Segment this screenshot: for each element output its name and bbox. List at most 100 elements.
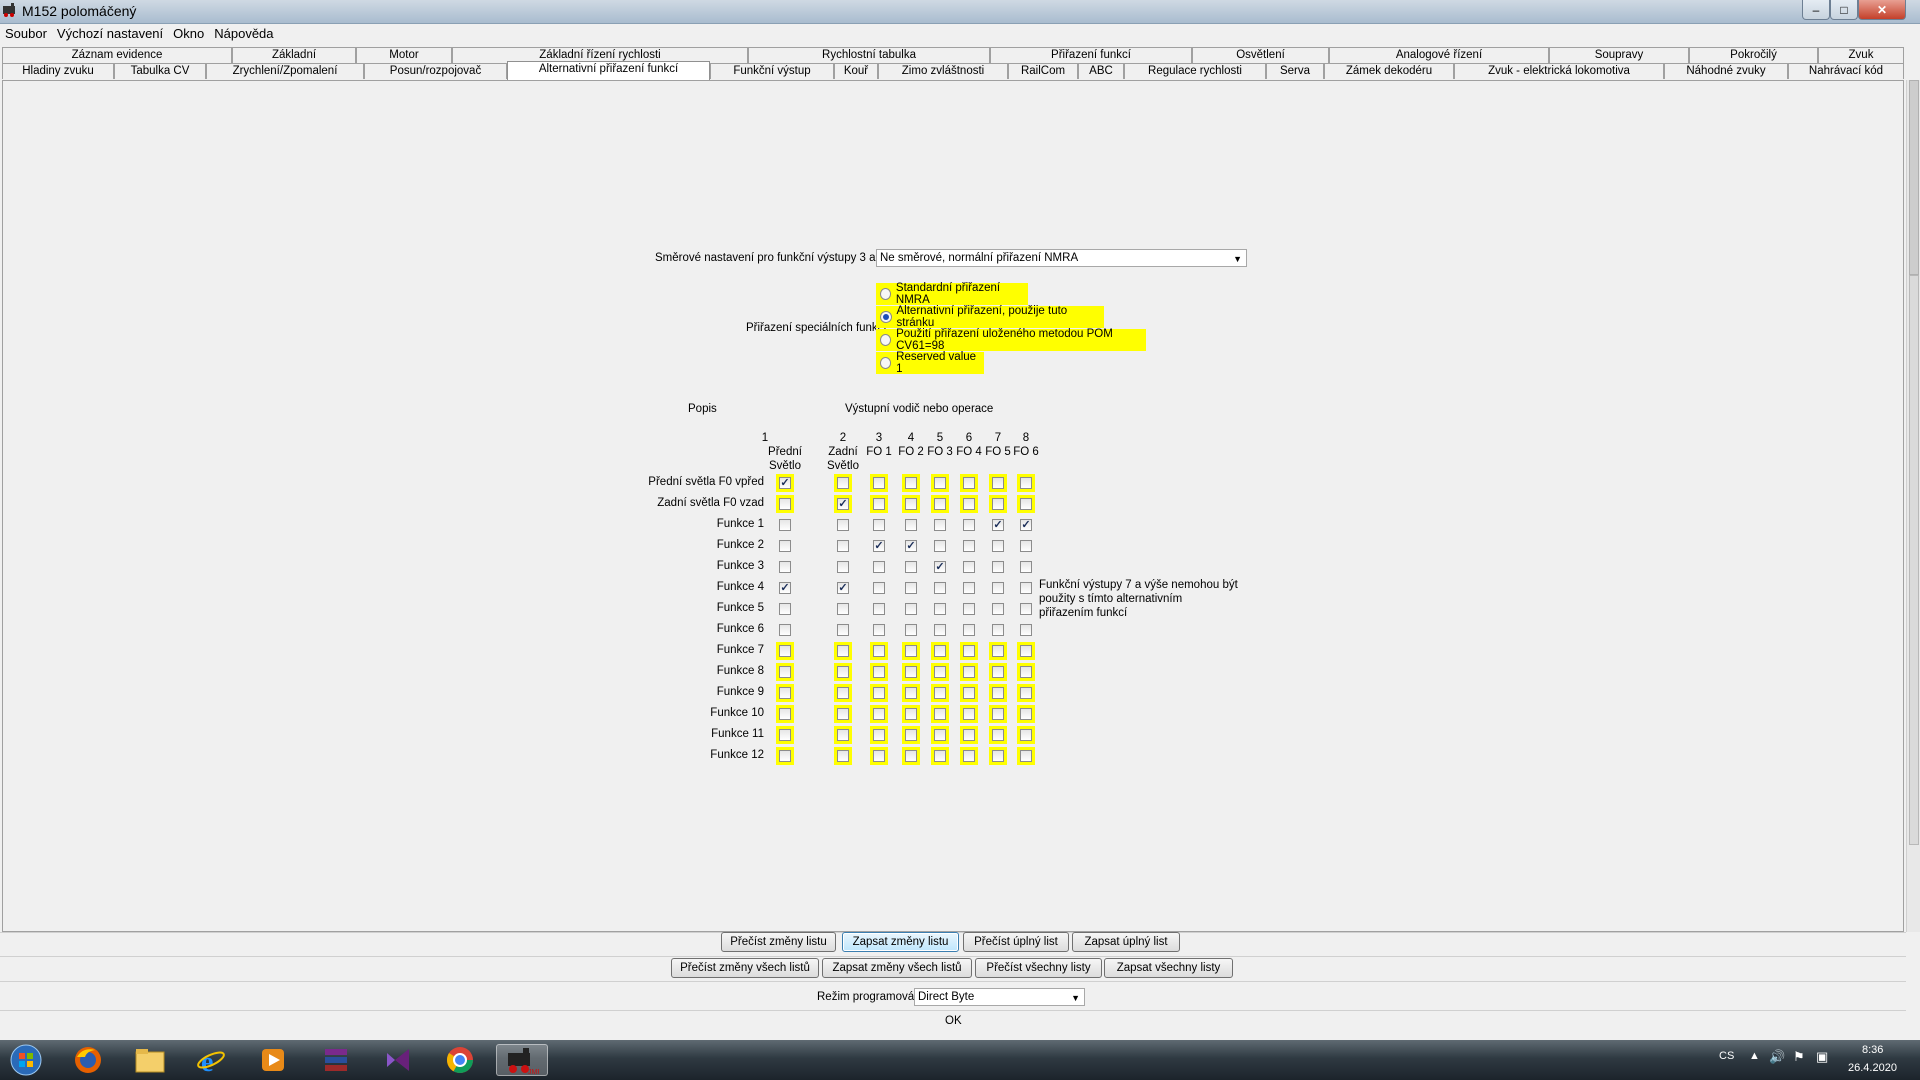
assignment-checkbox[interactable] — [902, 495, 920, 513]
assignment-checkbox[interactable] — [1017, 558, 1035, 576]
clock-time[interactable]: 8:36 — [1862, 1044, 1883, 1056]
assignment-checkbox[interactable] — [931, 747, 949, 765]
write-all-sheet-changes-button[interactable]: Zapsat změny všech listů — [822, 958, 972, 978]
programming-mode-select[interactable]: Direct Byte ▼ — [914, 988, 1085, 1006]
winrar-icon[interactable] — [316, 1044, 356, 1076]
assignment-checkbox[interactable] — [960, 684, 978, 702]
tab-zvuk[interactable]: Zvuk — [1818, 47, 1904, 63]
media-player-icon[interactable] — [253, 1044, 293, 1076]
assignment-checkbox[interactable] — [989, 684, 1007, 702]
assignment-checkbox[interactable] — [960, 579, 978, 597]
language-indicator[interactable]: CS — [1719, 1050, 1734, 1062]
assignment-checkbox[interactable] — [902, 600, 920, 618]
tab-soupravy[interactable]: Soupravy — [1549, 47, 1689, 63]
tab-zvuk-elektricka-lokomotiva[interactable]: Zvuk - elektrická lokomotiva — [1454, 63, 1664, 79]
assignment-checkbox[interactable] — [931, 726, 949, 744]
assignment-checkbox[interactable] — [931, 579, 949, 597]
assignment-checkbox[interactable] — [931, 474, 949, 492]
assignment-checkbox[interactable] — [989, 621, 1007, 639]
assignment-checkbox[interactable] — [870, 663, 888, 681]
tab-zimo-zvlastnosti[interactable]: Zimo zvláštnosti — [878, 63, 1008, 79]
assignment-checkbox[interactable] — [776, 558, 794, 576]
assignment-checkbox[interactable] — [834, 684, 852, 702]
assignment-checkbox[interactable] — [902, 726, 920, 744]
assignment-checkbox[interactable] — [1017, 726, 1035, 744]
assignment-checkbox[interactable] — [870, 642, 888, 660]
assignment-checkbox[interactable] — [989, 726, 1007, 744]
assignment-checkbox[interactable] — [902, 516, 920, 534]
assignment-checkbox[interactable]: ✓ — [1017, 516, 1035, 534]
assignment-checkbox[interactable] — [989, 537, 1007, 555]
assignment-checkbox[interactable] — [1017, 663, 1035, 681]
write-full-sheet-button[interactable]: Zapsat úplný list — [1072, 932, 1180, 952]
assignment-checkbox[interactable] — [834, 600, 852, 618]
assignment-checkbox[interactable] — [870, 621, 888, 639]
assignment-checkbox[interactable] — [1017, 621, 1035, 639]
assignment-checkbox[interactable] — [776, 705, 794, 723]
assignment-checkbox[interactable] — [1017, 579, 1035, 597]
assignment-checkbox[interactable] — [931, 663, 949, 681]
assignment-checkbox[interactable]: ✓ — [834, 495, 852, 513]
assignment-checkbox[interactable] — [776, 642, 794, 660]
tab-zrychleni-zpomaleni[interactable]: Zrychlení/Zpomalení — [206, 63, 364, 79]
tab-serva[interactable]: Serva — [1266, 63, 1324, 79]
assignment-checkbox[interactable] — [776, 621, 794, 639]
assignment-checkbox[interactable] — [960, 642, 978, 660]
assignment-checkbox[interactable] — [989, 558, 1007, 576]
radio-alternative-assignment[interactable]: Alternativní přiřazení, použije tuto str… — [876, 305, 1104, 329]
assignment-checkbox[interactable] — [960, 726, 978, 744]
assignment-checkbox[interactable] — [960, 516, 978, 534]
assignment-checkbox[interactable] — [931, 495, 949, 513]
scrollbar-thumb[interactable] — [1909, 80, 1919, 275]
menu-okno[interactable]: Okno — [168, 24, 209, 43]
assignment-checkbox[interactable] — [989, 663, 1007, 681]
assignment-checkbox[interactable]: ✓ — [870, 537, 888, 555]
assignment-checkbox[interactable] — [1017, 600, 1035, 618]
read-sheet-changes-button[interactable]: Přečíst změny listu — [721, 932, 836, 952]
assignment-checkbox[interactable] — [776, 663, 794, 681]
assignment-checkbox[interactable] — [960, 663, 978, 681]
assignment-checkbox[interactable] — [1017, 537, 1035, 555]
tab-regulace-rychlosti[interactable]: Regulace rychlosti — [1124, 63, 1266, 79]
assignment-checkbox[interactable] — [834, 726, 852, 744]
assignment-checkbox[interactable] — [870, 579, 888, 597]
assignment-checkbox[interactable] — [902, 474, 920, 492]
close-button[interactable]: ✕ — [1858, 0, 1906, 20]
assignment-checkbox[interactable]: ✓ — [834, 579, 852, 597]
tab-analogove-rizeni[interactable]: Analogové řízení — [1329, 47, 1549, 63]
assignment-checkbox[interactable]: ✓ — [776, 579, 794, 597]
assignment-checkbox[interactable] — [989, 705, 1007, 723]
assignment-checkbox[interactable] — [834, 705, 852, 723]
tab-funkcni-vystup[interactable]: Funkční výstup — [710, 63, 834, 79]
tab-zakladni[interactable]: Základní — [232, 47, 356, 63]
assignment-checkbox[interactable] — [834, 558, 852, 576]
assignment-checkbox[interactable] — [931, 600, 949, 618]
assignment-checkbox[interactable] — [870, 495, 888, 513]
assignment-checkbox[interactable] — [776, 747, 794, 765]
assignment-checkbox[interactable] — [931, 642, 949, 660]
explorer-folder-icon[interactable] — [130, 1044, 170, 1076]
tab-abc[interactable]: ABC — [1078, 63, 1124, 79]
tab-railcom[interactable]: RailCom — [1008, 63, 1078, 79]
assignment-checkbox[interactable] — [989, 747, 1007, 765]
assignment-checkbox[interactable] — [902, 705, 920, 723]
minimize-button[interactable]: ‒ — [1802, 0, 1830, 20]
tab-hladiny-zvuku[interactable]: Hladiny zvuku — [2, 63, 114, 79]
tab-rychlostni-tabulka[interactable]: Rychlostní tabulka — [748, 47, 990, 63]
assignment-checkbox[interactable] — [989, 474, 1007, 492]
firefox-icon[interactable] — [68, 1044, 108, 1076]
maximize-button[interactable]: □ — [1830, 0, 1858, 20]
assignment-checkbox[interactable] — [834, 621, 852, 639]
assignment-checkbox[interactable] — [902, 558, 920, 576]
assignment-checkbox[interactable] — [902, 684, 920, 702]
assignment-checkbox[interactable] — [989, 579, 1007, 597]
assignment-checkbox[interactable] — [1017, 705, 1035, 723]
assignment-checkbox[interactable] — [902, 663, 920, 681]
tab-prirazeni-funkci[interactable]: Přiřazení funkcí — [990, 47, 1192, 63]
assignment-checkbox[interactable] — [960, 747, 978, 765]
assignment-checkbox[interactable] — [1017, 684, 1035, 702]
assignment-checkbox[interactable] — [776, 726, 794, 744]
assignment-checkbox[interactable] — [989, 600, 1007, 618]
write-all-sheets-button[interactable]: Zapsat všechny listy — [1104, 958, 1233, 978]
assignment-checkbox[interactable] — [902, 579, 920, 597]
